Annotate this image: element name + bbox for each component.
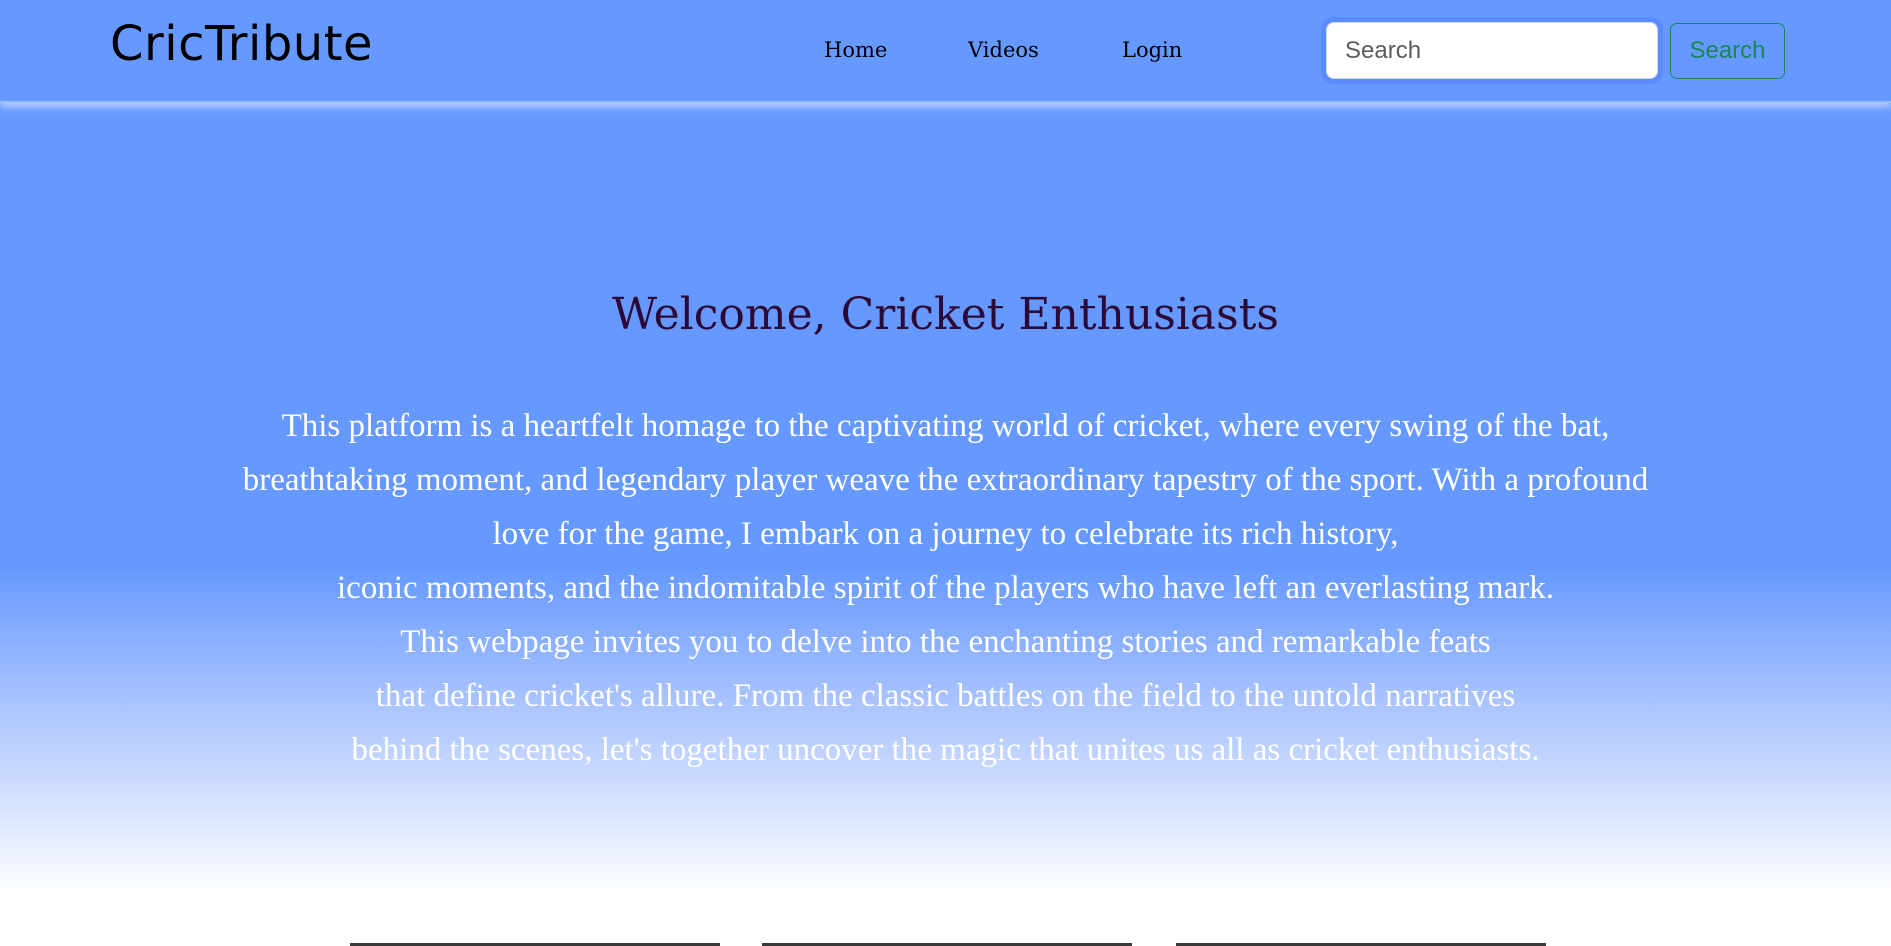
hero-section: Welcome, Cricket Enthusiasts This platfo… — [0, 289, 1891, 777]
hero-line: This platform is a heartfelt homage to t… — [281, 407, 1610, 444]
hero-paragraph: This platform is a heartfelt homage to t… — [0, 399, 1891, 777]
hero-line: iconic moments, and the indomitable spir… — [337, 569, 1554, 606]
nav-link-videos[interactable]: Videos — [968, 38, 1039, 62]
navbar: CricTribute Home Videos Login Search — [0, 0, 1891, 103]
nav-link-login[interactable]: Login — [1122, 38, 1182, 62]
card-row-top-edge — [0, 941, 1891, 946]
hero-title: Welcome, Cricket Enthusiasts — [612, 289, 1279, 340]
nav-link-home[interactable]: Home — [824, 38, 887, 62]
hero-line: that define cricket's allure. From the c… — [375, 677, 1516, 714]
search-input[interactable] — [1326, 22, 1658, 79]
hero-line: This webpage invites you to delve into t… — [400, 623, 1491, 660]
hero-line: love for the game, I embark on a journey… — [492, 515, 1399, 552]
hero-line: behind the scenes, let's together uncove… — [351, 731, 1540, 768]
search-button[interactable]: Search — [1670, 23, 1785, 79]
hero-line: breathtaking moment, and legendary playe… — [242, 461, 1649, 498]
